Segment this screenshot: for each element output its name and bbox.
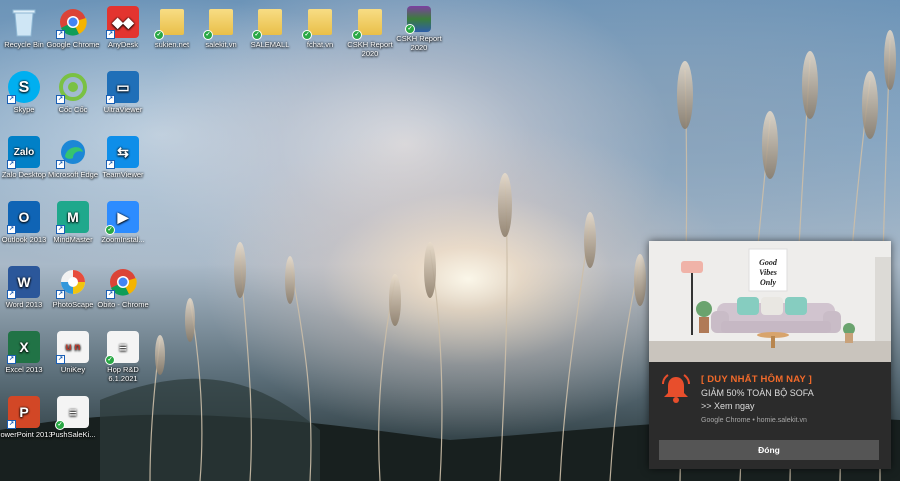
desktop-icon-cskh-report-archive[interactable]: ✓ CSKH Report 2020 [388, 6, 450, 52]
ultraviewer-icon: ▭ ↗ [106, 71, 139, 104]
desktop-icon-pushsalekit[interactable]: ≡ ✓ PushSaleKi... [42, 396, 104, 439]
chrome-notification[interactable]: Good Vibes Only [DUY NHẤT HÔM NAY] GIẢ… [649, 241, 891, 469]
chrome-icon: ↗ [56, 6, 89, 39]
outlook-icon: O ↗ [7, 201, 40, 234]
notification-link[interactable]: >> Xem ngay [701, 401, 881, 411]
notification-source: Google Chrome • homie.salekit.vn [701, 417, 807, 424]
zoom-icon: ▶ ✓ [105, 201, 139, 235]
svg-text:Vibes: Vibes [759, 268, 777, 277]
icon-label: PushSaleKi... [50, 430, 96, 439]
folder-icon: ✓ [154, 6, 188, 40]
skype-icon: S ↗ [7, 71, 40, 104]
bell-icon [662, 374, 690, 403]
folder-icon: ✓ [302, 6, 336, 40]
icon-label: ZoomInstal... [101, 235, 145, 244]
icon-label: Obito - Chrome [97, 300, 149, 309]
recycle-bin-icon [8, 6, 40, 38]
excel-icon: X ↗ [7, 331, 40, 364]
icon-label: CSKH Report 2020 [396, 34, 442, 52]
living-room-illustration: Good Vibes Only [649, 241, 891, 362]
mindmaster-icon: M ↗ [56, 201, 89, 234]
teamviewer-icon: ⇆ ↗ [106, 136, 139, 169]
svg-text:Good: Good [759, 258, 778, 267]
desktop-icon-obito-chrome[interactable]: ↗ Obito - Chrome [92, 266, 154, 309]
notification-title: [ DUY NHẤT HÔM NAY ] [701, 374, 812, 385]
desktop-icon-hop-rd[interactable]: ≡ ✓ Họp R&D 6.1.2021 [92, 331, 154, 383]
notification-message: GIẢM 50% TOÀN BỘ SOFA [701, 388, 814, 398]
unikey-icon: u n ↗ [56, 331, 89, 364]
coccoc-icon: ↗ [56, 71, 89, 104]
document-icon: ≡ ✓ [105, 331, 139, 365]
notification-body: [ DUY NHẤT HÔM NAY ] GIẢM 50% TOÀN BỘ SO… [649, 362, 891, 424]
edge-icon: ↗ [56, 136, 89, 169]
svg-text:Only: Only [760, 278, 776, 287]
chrome-icon: ↗ [106, 266, 139, 299]
desktop-icon-ultraviewer[interactable]: ▭ ↗ UltraViewer [92, 71, 154, 114]
winrar-icon: ✓ [405, 6, 431, 34]
icon-label: Họp R&D 6.1.2021 [107, 365, 139, 383]
zalo-icon: Zalo ↗ [7, 136, 40, 169]
document-icon: ≡ ✓ [55, 396, 89, 430]
close-button[interactable]: Đóng [659, 440, 879, 460]
word-icon: W ↗ [7, 266, 40, 299]
desktop-icon-zoom[interactable]: ▶ ✓ ZoomInstal... [92, 201, 154, 244]
folder-icon: ✓ [203, 6, 237, 40]
notification-image: Good Vibes Only [649, 241, 891, 362]
anydesk-icon: ◆◆ ↗ [106, 6, 139, 39]
photoscape-icon: ↗ [56, 266, 89, 299]
folder-icon: ✓ [252, 6, 286, 40]
folder-icon: ✓ [352, 6, 386, 40]
icon-label: TeamViewer [102, 170, 144, 179]
desktop-icon-teamviewer[interactable]: ⇆ ↗ TeamViewer [92, 136, 154, 179]
icon-label: UltraViewer [103, 105, 143, 114]
powerpoint-icon: P ↗ [7, 396, 40, 429]
